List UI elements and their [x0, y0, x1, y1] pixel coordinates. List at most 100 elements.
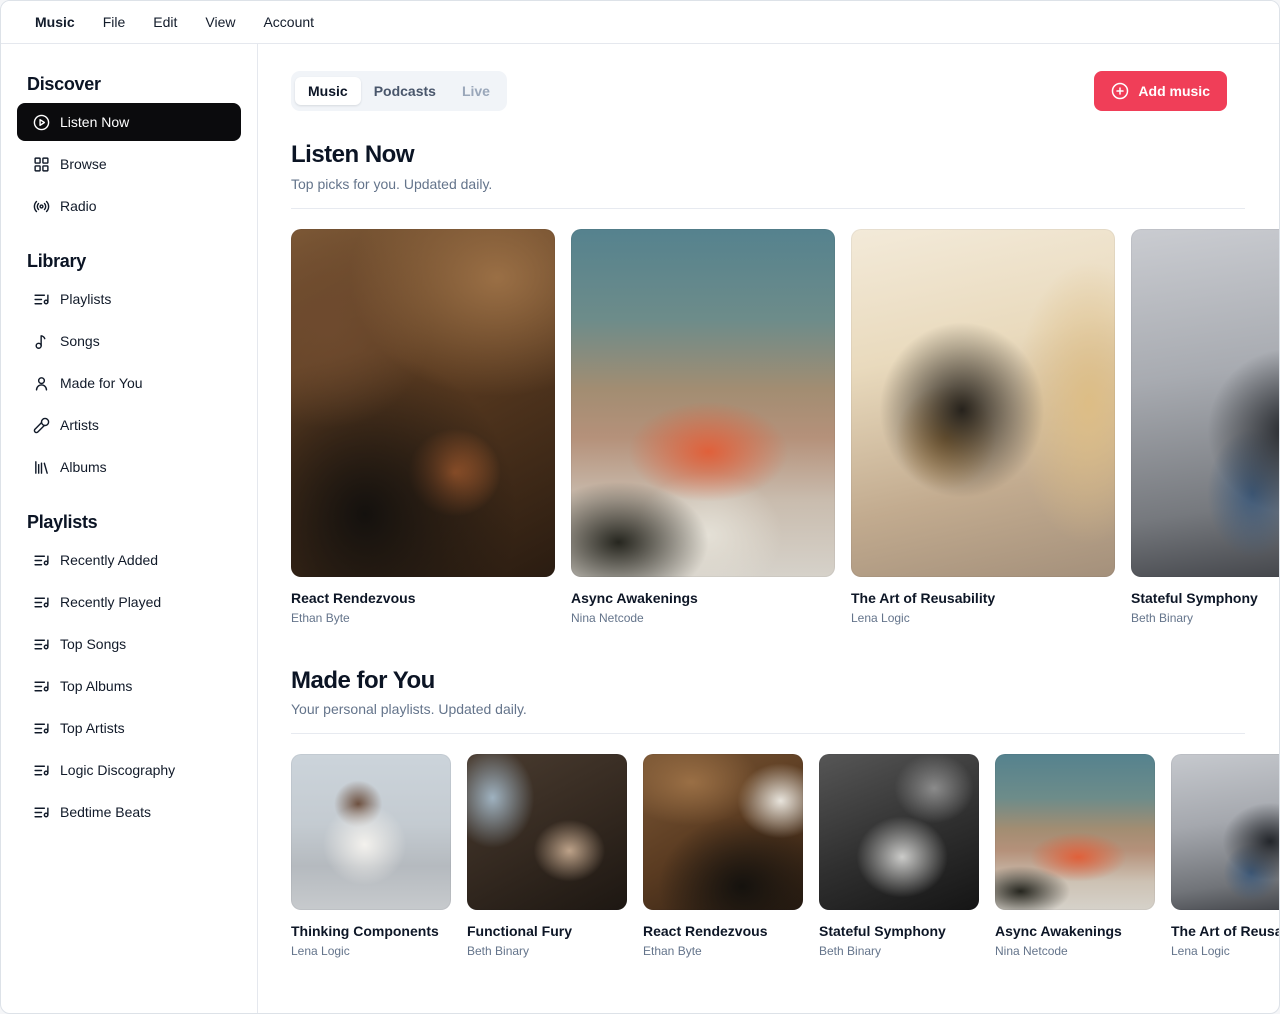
list-music-icon [33, 291, 50, 308]
sidebar: Discover Listen Now Browse [1, 44, 258, 1013]
album-artist: Beth Binary [819, 944, 979, 958]
made-for-you-card-row: Thinking Components Lena Logic Functiona… [291, 754, 1279, 958]
album-card: The Art of Reusability Lena Logic [851, 229, 1115, 625]
album-art[interactable] [571, 229, 835, 577]
album-art[interactable] [467, 754, 627, 910]
sidebar-item-bedtime-beats[interactable]: Bedtime Beats [17, 793, 241, 831]
list-music-icon [33, 804, 50, 821]
album-card: Async Awakenings Nina Netcode [995, 754, 1155, 958]
sidebar-item-label: Radio [60, 198, 97, 214]
sidebar-section-library: Library Playlists Songs [17, 251, 241, 486]
list-music-icon [33, 636, 50, 653]
album-title: Functional Fury [467, 923, 627, 939]
listen-now-title: Listen Now [291, 141, 1245, 169]
listen-now-card-row: React Rendezvous Ethan Byte Async Awaken… [291, 229, 1279, 625]
album-art[interactable] [291, 754, 451, 910]
album-card: Thinking Components Lena Logic [291, 754, 451, 958]
album-artist: Beth Binary [467, 944, 627, 958]
plus-circle-icon [1111, 82, 1129, 100]
list-music-icon [33, 720, 50, 737]
sidebar-item-label: Recently Added [60, 552, 158, 568]
tab-music[interactable]: Music [295, 77, 361, 105]
list-music-icon [33, 678, 50, 695]
album-art[interactable] [1131, 229, 1279, 577]
album-artist: Lena Logic [851, 611, 1115, 625]
sidebar-item-label: Top Albums [60, 678, 132, 694]
sidebar-heading-discover: Discover [17, 74, 241, 103]
sidebar-item-songs[interactable]: Songs [17, 322, 241, 360]
album-art[interactable] [291, 229, 555, 577]
add-music-label: Add music [1138, 83, 1210, 99]
album-artist: Nina Netcode [571, 611, 835, 625]
album-title: The Art of Reusability [851, 590, 1115, 606]
menubar: Music File Edit View Account [1, 1, 1279, 44]
separator [291, 208, 1245, 209]
album-art[interactable] [643, 754, 803, 910]
album-art[interactable] [819, 754, 979, 910]
list-music-icon [33, 762, 50, 779]
sidebar-item-label: Recently Played [60, 594, 161, 610]
album-title: Thinking Components [291, 923, 451, 939]
play-circle-icon [33, 114, 50, 131]
album-artist: Lena Logic [291, 944, 451, 958]
album-title: Stateful Symphony [1131, 590, 1279, 606]
list-music-icon [33, 552, 50, 569]
sidebar-item-made-for-you[interactable]: Made for You [17, 364, 241, 402]
album-artist: Ethan Byte [643, 944, 803, 958]
sidebar-item-playlists[interactable]: Playlists [17, 280, 241, 318]
sidebar-item-label: Listen Now [60, 114, 129, 130]
tab-podcasts[interactable]: Podcasts [361, 77, 449, 105]
library-icon [33, 459, 50, 476]
menu-edit[interactable]: Edit [139, 8, 191, 36]
sidebar-item-top-songs[interactable]: Top Songs [17, 625, 241, 663]
album-artist: Nina Netcode [995, 944, 1155, 958]
menu-music[interactable]: Music [21, 8, 89, 36]
sidebar-item-browse[interactable]: Browse [17, 145, 241, 183]
sidebar-item-logic-discography[interactable]: Logic Discography [17, 751, 241, 789]
sidebar-item-label: Made for You [60, 375, 143, 391]
sidebar-section-playlists: Playlists Recently Added Recently Played [17, 512, 241, 831]
album-art[interactable] [851, 229, 1115, 577]
album-card: Functional Fury Beth Binary [467, 754, 627, 958]
album-card: Async Awakenings Nina Netcode [571, 229, 835, 625]
sidebar-item-label: Albums [60, 459, 107, 475]
sidebar-item-label: Bedtime Beats [60, 804, 151, 820]
content-tabs: Music Podcasts Live [291, 71, 507, 111]
sidebar-item-recently-added[interactable]: Recently Added [17, 541, 241, 579]
album-title: React Rendezvous [643, 923, 803, 939]
album-card: React Rendezvous Ethan Byte [291, 229, 555, 625]
sidebar-item-label: Songs [60, 333, 100, 349]
listen-now-subtitle: Top picks for you. Updated daily. [291, 176, 1245, 192]
sidebar-item-artists[interactable]: Artists [17, 406, 241, 444]
menu-file[interactable]: File [89, 8, 140, 36]
sidebar-item-listen-now[interactable]: Listen Now [17, 103, 241, 141]
list-music-icon [33, 594, 50, 611]
main-content: Music Podcasts Live Add music Listen Now… [258, 44, 1279, 1013]
album-title: Async Awakenings [995, 923, 1155, 939]
sidebar-item-albums[interactable]: Albums [17, 448, 241, 486]
sidebar-item-top-albums[interactable]: Top Albums [17, 667, 241, 705]
menu-view[interactable]: View [191, 8, 249, 36]
user-icon [33, 375, 50, 392]
sidebar-item-label: Top Songs [60, 636, 126, 652]
album-artist: Ethan Byte [291, 611, 555, 625]
menu-account[interactable]: Account [249, 8, 328, 36]
radio-icon [33, 198, 50, 215]
sidebar-heading-library: Library [17, 251, 241, 280]
add-music-button[interactable]: Add music [1094, 71, 1227, 111]
sidebar-section-discover: Discover Listen Now Browse [17, 74, 241, 225]
sidebar-item-radio[interactable]: Radio [17, 187, 241, 225]
sidebar-item-recently-played[interactable]: Recently Played [17, 583, 241, 621]
album-art[interactable] [1171, 754, 1279, 910]
sidebar-heading-playlists: Playlists [17, 512, 241, 541]
album-card: React Rendezvous Ethan Byte [643, 754, 803, 958]
album-artist: Lena Logic [1171, 944, 1279, 958]
album-title: The Art of Reusability [1171, 923, 1279, 939]
album-card: The Art of Reusability Lena Logic [1171, 754, 1279, 958]
album-art[interactable] [995, 754, 1155, 910]
sidebar-item-top-artists[interactable]: Top Artists [17, 709, 241, 747]
album-title: Async Awakenings [571, 590, 835, 606]
sidebar-item-label: Top Artists [60, 720, 125, 736]
separator [291, 733, 1245, 734]
tab-live: Live [449, 77, 503, 105]
